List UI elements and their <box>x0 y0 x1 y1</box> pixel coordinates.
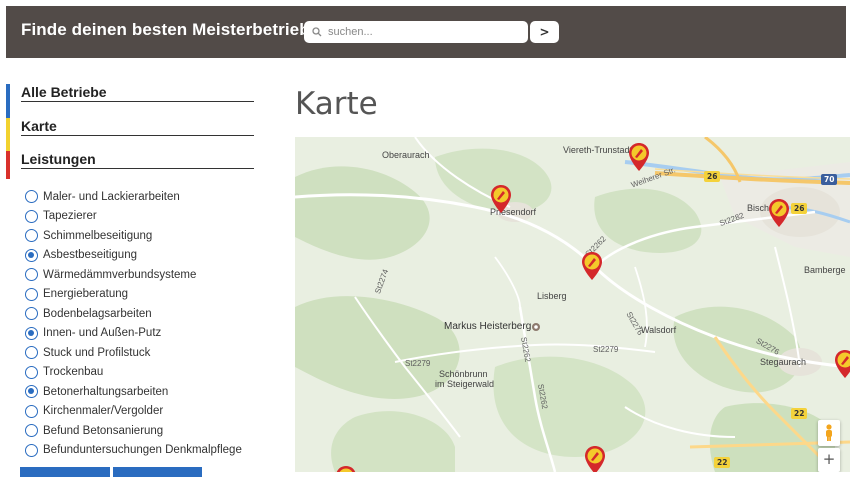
radio-button-selected[interactable] <box>25 249 38 262</box>
nav-label: Alle Betriebe <box>21 84 107 100</box>
nav-alle-betriebe[interactable]: Alle Betriebe <box>6 84 254 118</box>
option-label: Stuck und Profilstuck <box>43 347 150 359</box>
business-marker-icon[interactable] <box>628 142 650 172</box>
radio-button-selected[interactable] <box>25 385 38 398</box>
brand-title[interactable]: Finde deinen besten Meisterbetrieb <box>21 20 310 40</box>
nav-color-bar <box>6 151 10 179</box>
option-stuck[interactable]: Stuck und Profilstuck <box>25 343 242 363</box>
business-marker-icon[interactable] <box>581 251 603 281</box>
option-label: Maler- und Lackierarbeiten <box>43 191 180 203</box>
option-kirchenmaler[interactable]: Kirchenmaler/Vergolder <box>25 402 242 422</box>
nav-leistungen[interactable]: Leistungen <box>6 151 254 185</box>
option-befund-beton[interactable]: Befund Betonsanierung <box>25 421 242 441</box>
radio-button[interactable] <box>25 288 38 301</box>
option-label: Befunduntersuchungen Denkmalpflege <box>43 444 242 456</box>
nav-color-bar <box>6 84 10 118</box>
option-beton[interactable]: Betonerhaltungsarbeiten <box>25 382 242 402</box>
place-label: Bisch <box>747 203 769 213</box>
page-title: Karte <box>295 86 378 122</box>
place-label: im Steigerwald <box>435 379 494 389</box>
radio-button[interactable] <box>25 346 38 359</box>
nav-color-bar <box>6 118 10 152</box>
option-label: Trockenbau <box>43 366 103 378</box>
option-trockenbau[interactable]: Trockenbau <box>25 363 242 383</box>
filter-button-left[interactable] <box>20 467 110 477</box>
road-shield: 70 <box>821 174 837 185</box>
option-putz[interactable]: Innen- und Außen-Putz <box>25 324 242 344</box>
search-box[interactable] <box>304 21 528 43</box>
business-marker-icon[interactable] <box>768 198 790 228</box>
option-label: Schimmelbeseitigung <box>43 230 152 242</box>
option-label: Energieberatung <box>43 288 128 300</box>
search-submit-button[interactable]: > <box>530 21 559 43</box>
radio-button[interactable] <box>25 366 38 379</box>
radio-button-selected[interactable] <box>25 327 38 340</box>
road-shield: 22 <box>714 457 730 468</box>
place-label: Lisberg <box>537 291 567 301</box>
option-label: Betonerhaltungsarbeiten <box>43 386 168 398</box>
business-marker-icon[interactable] <box>834 349 850 379</box>
option-label: Wärmedämmverbundsysteme <box>43 269 196 281</box>
nav-karte[interactable]: Karte <box>6 118 254 152</box>
road-shield: 26 <box>704 171 720 182</box>
radio-button[interactable] <box>25 405 38 418</box>
nav-divider <box>21 101 254 102</box>
nav-divider <box>21 168 254 169</box>
place-label: Schönbrunn <box>439 369 488 379</box>
poi-label: Markus Heisterberg <box>444 321 531 332</box>
radio-button[interactable] <box>25 444 38 457</box>
option-label: Kirchenmaler/Vergolder <box>43 405 163 417</box>
option-label: Befund Betonsanierung <box>43 425 163 437</box>
option-tapezierer[interactable]: Tapezierer <box>25 207 242 227</box>
option-label: Asbestbeseitigung <box>43 249 137 261</box>
place-label: Stegaurach <box>760 357 806 367</box>
option-maler[interactable]: Maler- und Lackierarbeiten <box>25 187 242 207</box>
road-label: St2279 <box>593 345 618 354</box>
place-label: Bamberge <box>804 265 846 275</box>
filter-button-right[interactable] <box>113 467 202 477</box>
place-label: Walsdorf <box>641 325 676 335</box>
search-icon <box>312 27 322 37</box>
place-label: Oberaurach <box>382 150 430 160</box>
business-marker-icon[interactable] <box>584 445 606 472</box>
road-shield: 26 <box>791 203 807 214</box>
poi-marker-icon[interactable] <box>531 322 541 332</box>
radio-button[interactable] <box>25 190 38 203</box>
nav-label: Leistungen <box>21 151 96 167</box>
option-bodenbelag[interactable]: Bodenbelagsarbeiten <box>25 304 242 324</box>
map-terrain <box>295 137 850 472</box>
option-asbest[interactable]: Asbestbeseitigung <box>25 246 242 266</box>
option-label: Tapezierer <box>43 210 97 222</box>
nav-divider <box>21 135 254 136</box>
radio-button[interactable] <box>25 424 38 437</box>
option-befund-denkmal[interactable]: Befunduntersuchungen Denkmalpflege <box>25 441 242 461</box>
option-waermedaemm[interactable]: Wärmedämmverbundsysteme <box>25 265 242 285</box>
business-marker-icon[interactable] <box>490 184 512 214</box>
option-label: Innen- und Außen-Putz <box>43 327 161 339</box>
option-schimmel[interactable]: Schimmelbeseitigung <box>25 226 242 246</box>
top-header: Finde deinen besten Meisterbetrieb > <box>6 6 846 58</box>
radio-button[interactable] <box>25 307 38 320</box>
road-shield: 22 <box>791 408 807 419</box>
zoom-in-button[interactable]: + <box>818 448 840 472</box>
search-input[interactable] <box>328 26 508 38</box>
street-view-pegman-icon[interactable] <box>818 420 840 446</box>
road-label: St2279 <box>405 359 430 368</box>
map-view[interactable]: Oberaurach Viereth-Trunstadt Priesendorf… <box>295 137 850 472</box>
option-energie[interactable]: Energieberatung <box>25 285 242 305</box>
radio-button[interactable] <box>25 268 38 281</box>
option-label: Bodenbelagsarbeiten <box>43 308 152 320</box>
radio-button[interactable] <box>25 210 38 223</box>
business-marker-icon[interactable] <box>335 465 357 472</box>
service-options-list: Maler- und Lackierarbeiten Tapezierer Sc… <box>25 187 242 460</box>
nav-label: Karte <box>21 118 57 134</box>
place-label: Viereth-Trunstadt <box>563 145 632 155</box>
radio-button[interactable] <box>25 229 38 242</box>
